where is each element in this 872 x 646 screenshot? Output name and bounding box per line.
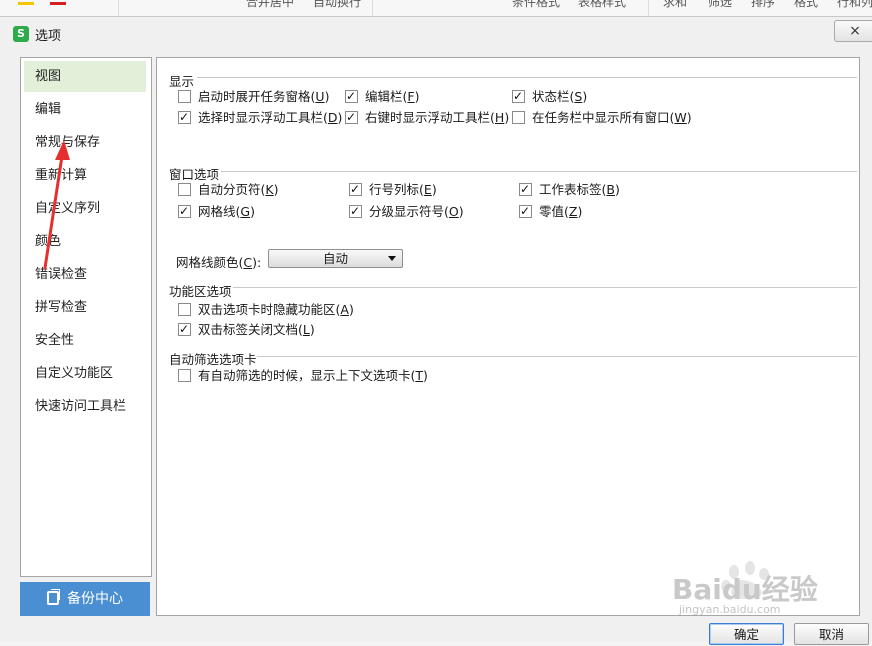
nav-item-custom-lists[interactable]: 自定义序列: [24, 193, 146, 224]
checkbox-auto-page-break[interactable]: 自动分页符(K): [178, 181, 279, 199]
nav-item-recalculate[interactable]: 重新计算: [24, 160, 146, 191]
nav-item-general-save[interactable]: 常规与保存: [24, 127, 146, 158]
section-ribbon-heading: 功能区选项: [169, 284, 232, 299]
toolbar-rows-cols[interactable]: 行和列: [837, 0, 872, 10]
font-color-icon[interactable]: [50, 2, 66, 5]
gridline-color-select[interactable]: 自动: [268, 249, 403, 268]
gridline-color-value: 自动: [322, 251, 348, 266]
checkbox-box[interactable]: [512, 111, 525, 124]
checkbox-sheet-tabs[interactable]: 工作表标签(B): [519, 180, 620, 199]
checkbox-zero-values[interactable]: 零值(Z): [519, 202, 582, 221]
backup-center-button[interactable]: 备份中心: [20, 582, 150, 616]
checkbox-gridlines[interactable]: 网格线(G): [178, 202, 255, 221]
nav-item-quick-access[interactable]: 快速访问工具栏: [24, 391, 146, 422]
toolbar-format[interactable]: 格式: [794, 0, 818, 10]
toolbar-filter[interactable]: 筛选: [708, 0, 732, 10]
checkbox-taskbar-windows[interactable]: 在任务栏中显示所有窗口(W): [512, 109, 692, 127]
checkbox-box[interactable]: [349, 202, 362, 220]
nav-item-colors[interactable]: 颜色: [24, 226, 146, 257]
checkbox-box[interactable]: [512, 87, 525, 105]
checkbox-box[interactable]: [178, 108, 191, 126]
toolbar-conditional-format[interactable]: 条件格式: [512, 0, 560, 10]
checkbox-box[interactable]: [178, 303, 191, 316]
checkbox-formula-bar[interactable]: 编辑栏(F): [345, 87, 420, 106]
options-nav: 视图 编辑 常规与保存 重新计算 自定义序列 颜色 错误检查 拼写检查 安全性 …: [20, 57, 152, 577]
checkbox-box[interactable]: [178, 202, 191, 220]
checkbox-float-toolbar-select[interactable]: 选择时显示浮动工具栏(D): [178, 108, 342, 127]
options-panel: 显示 启动时展开任务窗格(U) 编辑栏(F) 状态栏(S) 选择时显示浮动工具栏…: [156, 57, 860, 616]
gridline-color-label: 网格线颜色(C):: [176, 255, 262, 270]
backup-icon: [47, 589, 60, 605]
section-divider: [257, 356, 857, 357]
toolbar-table-style[interactable]: 表格样式: [578, 0, 626, 10]
checkbox-box[interactable]: [519, 202, 532, 220]
nav-item-edit[interactable]: 编辑: [24, 94, 146, 125]
close-button[interactable]: ×: [834, 20, 872, 42]
section-divider: [197, 77, 857, 78]
nav-item-spell-check[interactable]: 拼写检查: [24, 292, 146, 323]
background-toolbar: 合并居中 自动换行 条件格式 表格样式 求和 筛选 排序 格式 行和列: [0, 0, 872, 17]
section-divider: [221, 171, 857, 172]
dialog-titlebar: S 选项 ×: [0, 17, 872, 49]
toolbar-sort[interactable]: 排序: [751, 0, 775, 10]
toolbar-wrap[interactable]: 自动换行: [313, 0, 361, 10]
fill-color-icon[interactable]: [18, 2, 34, 5]
checkbox-box[interactable]: [178, 183, 191, 196]
checkbox-close-doc-dblclick[interactable]: 双击标签关闭文档(L): [178, 320, 315, 339]
checkbox-float-toolbar-rightclick[interactable]: 右键时显示浮动工具栏(H): [345, 108, 509, 127]
nav-item-custom-ribbon[interactable]: 自定义功能区: [24, 358, 146, 389]
nav-item-security[interactable]: 安全性: [24, 325, 146, 356]
section-divider: [233, 287, 857, 288]
checkbox-outline-symbols[interactable]: 分级显示符号(O): [349, 202, 464, 221]
checkbox-box[interactable]: [349, 180, 362, 198]
wps-spreadsheet-icon: S: [13, 26, 29, 42]
nav-item-error-check[interactable]: 错误检查: [24, 259, 146, 290]
checkbox-box[interactable]: [178, 320, 191, 338]
checkbox-status-bar[interactable]: 状态栏(S): [512, 87, 587, 106]
dialog-title: 选项: [35, 29, 62, 44]
checkbox-autofilter-context-tab[interactable]: 有自动筛选的时候，显示上下文选项卡(T): [178, 367, 428, 385]
backup-center-label: 备份中心: [67, 591, 123, 607]
checkbox-box[interactable]: [345, 108, 358, 126]
section-autofilter-heading: 自动筛选选项卡: [169, 352, 257, 367]
dropdown-arrow-icon: [388, 256, 396, 261]
nav-item-view[interactable]: 视图: [24, 61, 146, 92]
checkbox-row-col-headers[interactable]: 行号列标(E): [349, 180, 437, 199]
checkbox-hide-ribbon-dblclick[interactable]: 双击选项卡时隐藏功能区(A): [178, 301, 354, 319]
toolbar-sum[interactable]: 求和: [663, 0, 687, 10]
checkbox-box[interactable]: [178, 90, 191, 103]
watermark-url: jingyan.baidu.com: [679, 603, 781, 616]
checkbox-box[interactable]: [345, 87, 358, 105]
options-dialog: S 选项 × 视图 编辑 常规与保存 重新计算 自定义序列 颜色 错误检查 拼写…: [0, 16, 872, 645]
checkbox-box[interactable]: [519, 180, 532, 198]
watermark-text: Baidu经验: [672, 573, 818, 606]
toolbar-merge[interactable]: 合并居中: [246, 0, 294, 10]
checkbox-show-task-pane[interactable]: 启动时展开任务窗格(U): [178, 88, 329, 106]
checkbox-box[interactable]: [178, 369, 191, 382]
